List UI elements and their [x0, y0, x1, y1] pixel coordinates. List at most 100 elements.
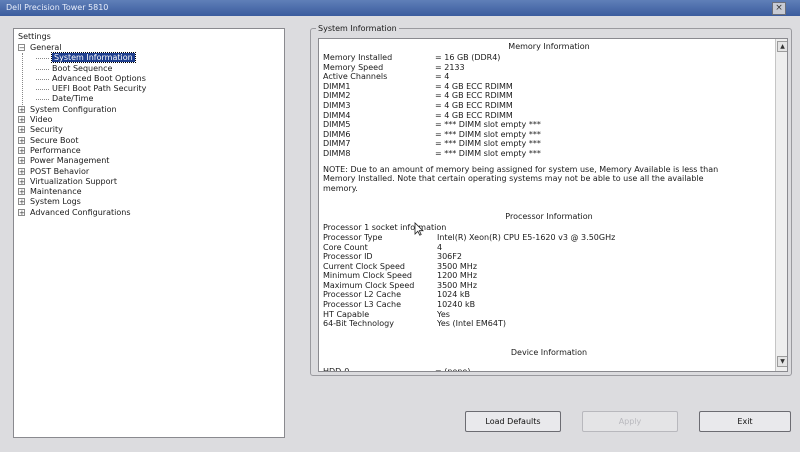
settings-tree: − General System Information Boot Sequence A…: [18, 43, 146, 218]
info-label: HT Capable: [323, 309, 370, 319]
device-rows: HDD-0= (none)HDD-1= (none)HDD-2= (none): [323, 366, 775, 372]
info-label: Core Count: [323, 242, 368, 252]
info-value: 10240 kB: [437, 300, 476, 310]
expand-icon[interactable]: +: [18, 126, 25, 134]
info-label: DIMM8: [323, 148, 351, 158]
tree-item[interactable]: + POST Behavior: [18, 167, 146, 177]
info-value: = 16 GB (DDR4): [435, 53, 501, 62]
info-value: = 4 GB ECC RDIMM: [435, 100, 513, 110]
tree-item[interactable]: Boot Sequence: [18, 64, 146, 74]
info-row: DIMM3 = 4 GB ECC RDIMM: [323, 101, 775, 111]
expand-icon[interactable]: +: [18, 136, 25, 144]
expand-icon[interactable]: +: [18, 146, 25, 154]
tree-item-label: System Logs: [30, 197, 81, 207]
memory-note: NOTE: Due to an amount of memory being a…: [323, 164, 719, 193]
info-row: DIMM5 = *** DIMM slot empty ***: [323, 120, 775, 130]
info-label: Processor Type: [323, 232, 383, 242]
tree-item[interactable]: + Video: [18, 115, 146, 125]
info-row: HDD-0 = (none): [323, 366, 775, 372]
expand-icon[interactable]: +: [18, 105, 25, 113]
tree-item[interactable]: + Security: [18, 125, 146, 135]
tree-item-label: Maintenance: [30, 187, 82, 197]
tree-item[interactable]: + System Logs: [18, 197, 146, 207]
mouse-cursor-icon: [414, 222, 424, 236]
expand-icon[interactable]: +: [18, 208, 25, 216]
info-value: 3500 MHz: [437, 261, 478, 271]
info-value: Yes: [437, 309, 450, 319]
tree-item[interactable]: + Virtualization Support: [18, 177, 146, 187]
info-label: DIMM1: [323, 81, 351, 91]
tree-item-label: Advanced Boot Options: [52, 73, 146, 83]
tree-item-label: Secure Boot: [30, 135, 79, 145]
tree-item[interactable]: + Secure Boot: [18, 136, 146, 146]
info-label: DIMM5: [323, 120, 351, 130]
info-row: HT Capable Yes: [323, 310, 775, 320]
apply-button[interactable]: Apply: [582, 411, 678, 432]
tree-item-label: Performance: [30, 145, 81, 155]
tree-item[interactable]: − General: [18, 43, 146, 53]
close-button[interactable]: ×: [772, 2, 786, 15]
memory-heading: Memory Information: [508, 42, 590, 51]
info-row: Processor L2 Cache 1024 kB: [323, 290, 775, 300]
info-value: = *** DIMM slot empty ***: [435, 139, 541, 149]
window-title: Dell Precision Tower 5810: [6, 3, 109, 12]
memory-rows: Memory Installed = 16 GB (DDR4) Memory Spe…: [323, 53, 775, 159]
expand-icon[interactable]: +: [18, 116, 25, 124]
info-value: = *** DIMM slot empty ***: [435, 129, 541, 139]
info-label: Processor L2 Cache: [323, 290, 402, 300]
info-label: Memory Installed: [323, 53, 393, 62]
info-row: Minimum Clock Speed 1200 MHz: [323, 271, 775, 281]
tree-item-label: System Configuration: [30, 104, 117, 114]
info-value: 1200 MHz: [437, 271, 478, 281]
expand-icon[interactable]: +: [18, 167, 25, 175]
expand-icon[interactable]: +: [18, 177, 25, 185]
info-label: DIMM2: [323, 91, 351, 101]
tree-item[interactable]: Advanced Boot Options: [18, 74, 146, 84]
tree-item-label: Advanced Configurations: [30, 207, 131, 217]
info-label: HDD-0: [323, 366, 350, 372]
expand-icon[interactable]: +: [18, 188, 25, 196]
load-defaults-button[interactable]: Load Defaults: [465, 411, 561, 432]
info-row: Processor Type Intel(R) Xeon(R) CPU E5-16…: [323, 233, 775, 243]
info-label: Memory Speed: [323, 62, 384, 72]
info-label: Minimum Clock Speed: [323, 271, 412, 281]
tree-item[interactable]: + Maintenance: [18, 187, 146, 197]
collapse-icon[interactable]: −: [18, 44, 25, 52]
info-label: DIMM7: [323, 139, 351, 149]
settings-tree-panel: Settings − General System Information Boot …: [13, 28, 285, 438]
info-row: DIMM7 = *** DIMM slot empty ***: [323, 139, 775, 149]
tree-item[interactable]: System Information: [18, 52, 146, 64]
tree-item-label: Virtualization Support: [30, 176, 117, 186]
info-row: DIMM4 = 4 GB ECC RDIMM: [323, 111, 775, 121]
scroll-down-icon[interactable]: ▼: [777, 356, 787, 367]
tree-item-label: Power Management: [30, 156, 110, 166]
tree-item[interactable]: Date/Time: [18, 94, 146, 104]
tree-item-label: POST Behavior: [30, 166, 90, 176]
group-title: System Information: [316, 24, 399, 33]
info-row: Current Clock Speed 3500 MHz: [323, 262, 775, 272]
info-row: DIMM1 = 4 GB ECC RDIMM: [323, 82, 775, 92]
info-value: = 4: [435, 72, 450, 82]
expand-icon[interactable]: +: [18, 198, 25, 206]
info-value: 3500 MHz: [437, 280, 478, 290]
tree-item-label: System Information: [51, 52, 136, 64]
info-value: Intel(R) Xeon(R) CPU E5-1620 v3 @ 3.50GH…: [437, 232, 616, 242]
info-value: = 4 GB ECC RDIMM: [435, 81, 513, 91]
tree-item[interactable]: + Performance: [18, 146, 146, 156]
info-value: Yes (Intel EM64T): [437, 319, 506, 329]
info-row: Memory Speed = 2133: [323, 63, 775, 73]
expand-icon[interactable]: +: [18, 157, 25, 165]
tree-item[interactable]: + System Configuration: [18, 105, 146, 115]
exit-button[interactable]: Exit: [699, 411, 791, 432]
tree-item[interactable]: UEFI Boot Path Security: [18, 84, 146, 94]
tree-item[interactable]: + Power Management: [18, 156, 146, 166]
vertical-scrollbar[interactable]: ▲ ▼: [775, 39, 787, 371]
info-label: Processor ID: [323, 252, 373, 262]
info-value: = (none): [435, 366, 471, 372]
processor-subheading: Processor 1 socket information: [323, 223, 775, 233]
info-value: 4: [437, 242, 443, 252]
scroll-up-icon[interactable]: ▲: [777, 41, 787, 52]
tree-item[interactable]: + Advanced Configurations: [18, 208, 146, 218]
info-value: = 2133: [435, 62, 465, 72]
info-row: Processor ID 306F2: [323, 252, 775, 262]
